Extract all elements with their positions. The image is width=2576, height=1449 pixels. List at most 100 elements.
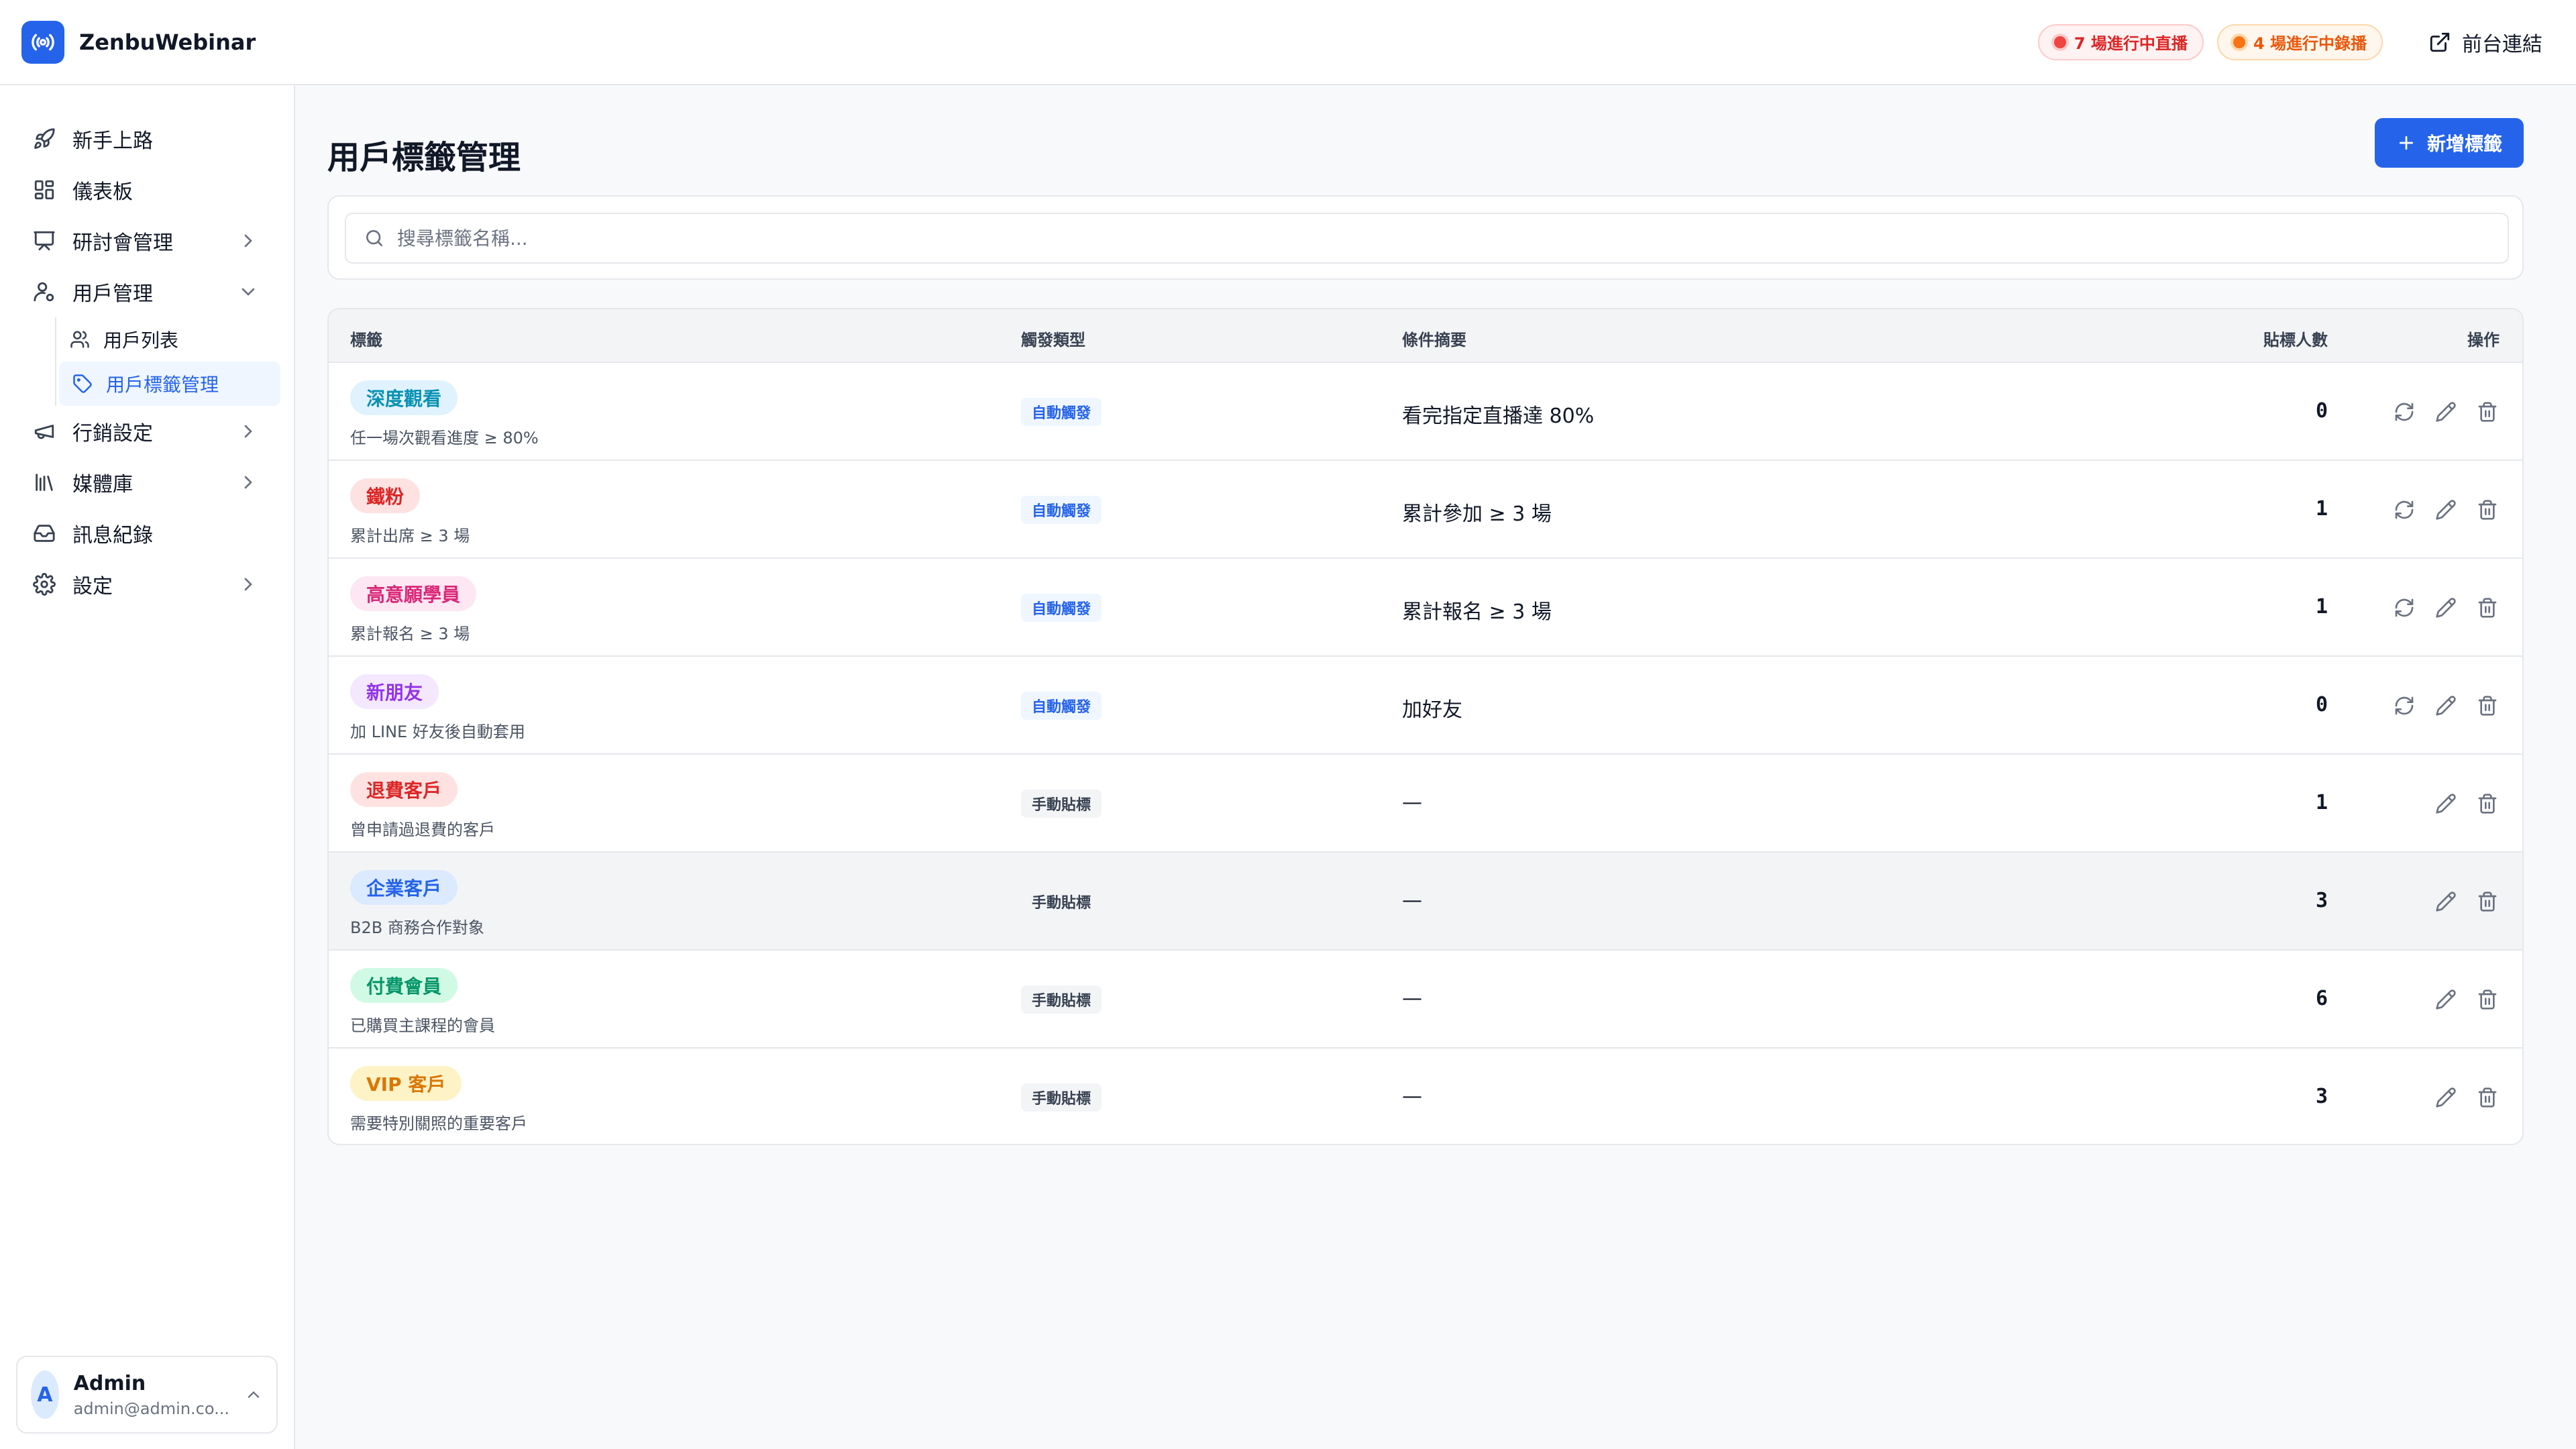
chevron-right-icon (237, 472, 259, 493)
tag-badge[interactable]: 退費客戶 (350, 772, 458, 807)
table-row[interactable]: 退費客戶 曾申請過退費的客戶 手動貼標 — 1 (329, 755, 2522, 853)
page-title: 用戶標籤管理 (327, 139, 521, 176)
sync-icon[interactable] (2392, 596, 2416, 620)
sidebar-item-label: 設定 (72, 575, 113, 598)
edit-icon[interactable] (2434, 596, 2458, 620)
user-cog-icon (32, 280, 56, 304)
sidebar-item-dashboard[interactable]: 儀表板 (0, 164, 294, 215)
sidebar-item-messages[interactable]: 訊息紀錄 (0, 508, 294, 559)
trash-icon[interactable] (2475, 987, 2500, 1012)
table-row[interactable]: 鐵粉 累計出席 ≥ 3 場 自動觸發 累計參加 ≥ 3 場 1 (329, 461, 2522, 559)
tag-badge[interactable]: VIP 客戶 (350, 1066, 462, 1101)
tag-badge[interactable]: 企業客戶 (350, 870, 458, 905)
front-link[interactable]: 前台連結 (2416, 28, 2555, 57)
sidebar-item-getting-started[interactable]: 新手上路 (0, 113, 294, 164)
row-actions (2392, 1085, 2500, 1110)
table-header: 標籤 觸發類型 條件摘要 貼標人數 操作 (329, 309, 2522, 363)
chevron-right-icon (237, 574, 259, 595)
table-row[interactable]: 高意願學員 累計報名 ≥ 3 場自動觸發 累計報名 ≥ 3 場1 (329, 559, 2522, 657)
sidebar-item-user-list[interactable]: 用戶列表 (56, 317, 294, 362)
users-icon (70, 329, 90, 350)
edit-icon[interactable] (2434, 498, 2458, 522)
tag-badge[interactable]: 鐵粉 (350, 478, 421, 513)
sidebar-item-label: 新手上路 (72, 129, 153, 153)
table-row[interactable]: 付費會員 已購買主課程的會員 手動貼標 — 6 (329, 951, 2522, 1049)
sidebar-item-label: 儀表板 (72, 180, 133, 204)
top-bar: ZenbuWebinar 7 場進行中直播 4 場進行中錄播 前台連結 (0, 0, 2576, 85)
trash-icon[interactable] (2475, 792, 2500, 816)
chevron-right-icon (237, 421, 259, 442)
edit-icon[interactable] (2434, 890, 2458, 914)
tag-badge[interactable]: 高意願學員 (350, 576, 477, 611)
condition-summary: 累計參加 ≥ 3 場 (1402, 502, 1552, 526)
user-name: Admin (73, 1371, 146, 1395)
table-row[interactable]: 企業客戶 B2B 商務合作對象 手動貼標 — 3 (329, 853, 2522, 951)
column-header-tag: 標籤 (350, 331, 382, 350)
trigger-type-badge: 自動觸發 (1021, 594, 1102, 622)
recording-status-badge[interactable]: 4 場進行中錄播 (2216, 23, 2383, 60)
sync-icon[interactable] (2392, 400, 2416, 424)
chevron-down-icon (237, 281, 259, 303)
table-row[interactable]: 深度觀看 任一場次觀看進度 ≥ 80% 自動觸發 看完指定直播達 80% 0 (329, 363, 2522, 461)
dashboard-icon (32, 178, 56, 202)
condition-summary: 看完指定直播達 80% (1402, 405, 1595, 428)
trash-icon[interactable] (2475, 1085, 2500, 1110)
users-subnav: 用戶列表 用戶標籤管理 (55, 317, 294, 406)
sidebar-item-label: 媒體庫 (72, 473, 133, 496)
chevron-up-icon (244, 1385, 263, 1404)
condition-summary: 加好友 (1402, 698, 1462, 722)
inbox-icon (32, 521, 56, 545)
edit-icon[interactable] (2434, 400, 2458, 424)
condition-summary: — (1402, 791, 1422, 814)
broadcast-icon (21, 20, 64, 64)
sidebar-item-user-tags[interactable]: 用戶標籤管理 (59, 362, 280, 406)
user-menu[interactable]: A Admin admin@admin.co... (16, 1356, 278, 1434)
tagged-count: 1 (2315, 595, 2328, 619)
recording-status-label: 4 場進行中錄播 (2253, 34, 2367, 53)
row-actions (2392, 694, 2500, 718)
sidebar-item-webinars[interactable]: 研討會管理 (0, 215, 294, 266)
table-row[interactable]: VIP 客戶 需要特別關照的重要客戶 手動貼標 — 3 (329, 1049, 2522, 1144)
tag-badge[interactable]: 深度觀看 (350, 380, 458, 415)
trash-icon[interactable] (2475, 400, 2500, 424)
brand[interactable]: ZenbuWebinar (21, 20, 256, 64)
tag-description: 曾申請過退費的客戶 (350, 820, 495, 839)
sync-icon[interactable] (2392, 498, 2416, 522)
edit-icon[interactable] (2434, 694, 2458, 718)
tag-badge[interactable]: 付費會員 (350, 968, 458, 1003)
sidebar-item-settings[interactable]: 設定 (0, 559, 294, 610)
add-tag-button[interactable]: 新增標籤 (2375, 118, 2524, 168)
live-status-badge[interactable]: 7 場進行中直播 (2037, 23, 2204, 60)
row-actions (2392, 987, 2500, 1012)
trash-icon[interactable] (2475, 890, 2500, 914)
row-actions (2392, 400, 2500, 424)
rocket-icon (32, 127, 56, 151)
edit-icon[interactable] (2434, 1085, 2458, 1110)
live-status-label: 7 場進行中直播 (2074, 34, 2188, 53)
search-box[interactable] (345, 213, 2509, 264)
table-body: 深度觀看 任一場次觀看進度 ≥ 80% 自動觸發 看完指定直播達 80% 0 鐵粉 累計出席… (329, 363, 2522, 1144)
sidebar-item-label: 行銷設定 (72, 422, 153, 445)
trash-icon[interactable] (2475, 596, 2500, 620)
sidebar-item-media-library[interactable]: 媒體庫 (0, 457, 294, 508)
trash-icon[interactable] (2475, 694, 2500, 718)
tag-description: 累計出席 ≥ 3 場 (350, 527, 470, 545)
edit-icon[interactable] (2434, 792, 2458, 816)
sidebar-item-marketing[interactable]: 行銷設定 (0, 406, 294, 457)
sidebar-item-users[interactable]: 用戶管理 (0, 266, 294, 317)
trigger-type-badge: 自動觸發 (1021, 398, 1102, 426)
row-actions (2392, 596, 2500, 620)
tag-description: B2B 商務合作對象 (350, 918, 484, 937)
table-row[interactable]: 新朋友加 LINE 好友後自動套用 自動觸發 加好友 0 (329, 657, 2522, 755)
condition-summary: — (1402, 889, 1422, 912)
trigger-type-badge: 手動貼標 (1021, 985, 1102, 1014)
trash-icon[interactable] (2475, 498, 2500, 522)
sync-icon[interactable] (2392, 694, 2416, 718)
edit-icon[interactable] (2434, 987, 2458, 1012)
main-content: 用戶標籤管理 新增標籤 標籤 觸發類型 條件摘要 貼標人數 操作 深度觀看任一場… (295, 85, 2576, 1449)
tag-badge[interactable]: 新朋友 (350, 674, 439, 709)
trigger-type-badge: 手動貼標 (1021, 1083, 1102, 1112)
live-dot-icon (2053, 36, 2066, 48)
search-input[interactable] (397, 227, 2410, 250)
search-card (327, 195, 2524, 280)
